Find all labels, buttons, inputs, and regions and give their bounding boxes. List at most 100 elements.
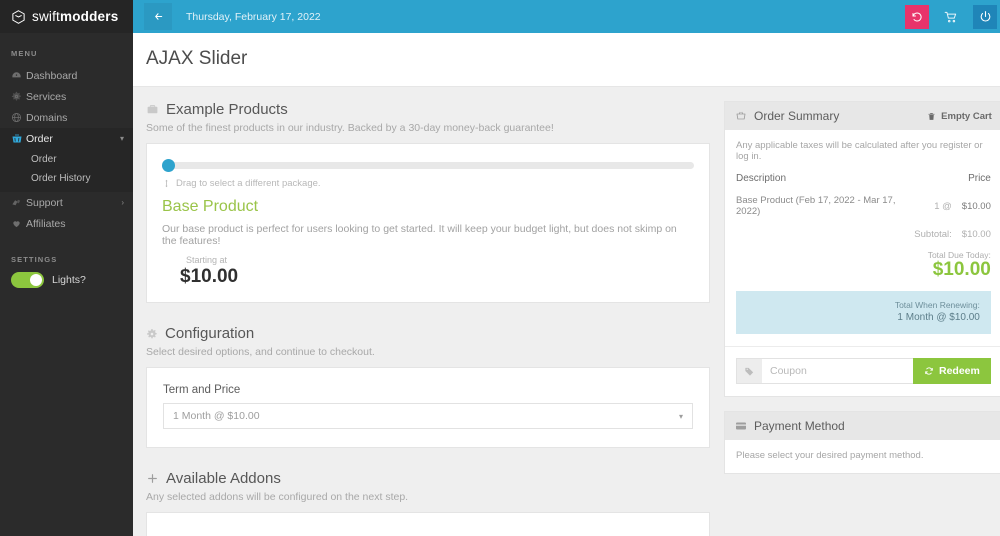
empty-cart-button[interactable]: Empty Cart <box>927 111 992 122</box>
sidebar-item-label: Affiliates <box>26 217 66 230</box>
product-price-value: $10.00 <box>180 266 239 287</box>
sidebar: swiftmodders MENU Dashboard Services Dom… <box>0 0 133 536</box>
cube-logo-icon <box>11 9 26 25</box>
example-products-subtitle: Some of the finest products in our indus… <box>146 122 554 134</box>
addons-header: Available Addons <box>146 470 710 487</box>
row-description: Base Product (Feb 17, 2022 - Mar 17, 202… <box>736 195 896 217</box>
sidebar-item-label: Dashboard <box>26 69 78 82</box>
left-column: Example Products Some of the finest prod… <box>133 87 710 536</box>
total-due-block: Total Due Today: $10.00 <box>736 250 991 281</box>
empty-cart-label: Empty Cart <box>941 110 992 122</box>
chevron-down-icon: ▾ <box>678 411 683 421</box>
undo-icon <box>911 11 923 23</box>
order-summary-body: Any applicable taxes will be calculated … <box>725 130 1000 346</box>
sidebar-item-services[interactable]: Services <box>0 86 133 107</box>
sidebar-item-order[interactable]: Order ▾ <box>0 128 133 149</box>
product-description: Our base product is perfect for users lo… <box>162 223 677 247</box>
payment-method-panel: Payment Method Please select your desire… <box>724 411 1000 474</box>
coupon-input[interactable] <box>762 358 913 384</box>
sidebar-item-label: Domains <box>26 111 68 124</box>
order-summary-table: Description Price Base Product (Feb 17, … <box>736 173 991 249</box>
briefcase-icon <box>146 103 159 116</box>
brand-logo[interactable]: swiftmodders <box>0 0 133 33</box>
renewal-value: 1 Month @ $10.00 <box>897 312 980 323</box>
undo-button[interactable] <box>905 4 930 29</box>
table-header-row: Description Price <box>736 173 991 195</box>
example-products-header: Example Products <box>146 101 710 118</box>
sidebar-item-support[interactable]: Support › <box>0 192 133 213</box>
basket-icon <box>735 110 747 122</box>
sidebar-settings-heading: SETTINGS <box>11 255 58 264</box>
lights-toggle-label: Lights? <box>52 274 86 286</box>
renewal-label: Total When Renewing: <box>894 300 980 310</box>
dashboard-icon <box>11 70 26 81</box>
sidebar-item-label: Support <box>26 196 63 209</box>
table-row: Base Product (Feb 17, 2022 - Mar 17, 202… <box>736 195 991 229</box>
main-area: Thursday, February 17, 2022 AJAX Slider … <box>133 0 1000 536</box>
plus-icon <box>146 472 159 485</box>
topbar: Thursday, February 17, 2022 <box>133 0 1000 33</box>
sidebar-item-label: Order <box>26 132 53 145</box>
addons-title: Available Addons <box>166 470 281 487</box>
brand-bold: modders <box>60 9 119 24</box>
heart-icon <box>11 218 26 229</box>
page-title-bar: AJAX Slider <box>133 33 1000 87</box>
lights-toggle-row: Lights? <box>0 272 133 288</box>
row-amount: $10.00 <box>961 200 991 212</box>
drag-handle-icon <box>162 179 171 188</box>
configuration-title: Configuration <box>165 325 255 342</box>
right-column: Order Summary Empty Cart Any applicable … <box>710 87 1000 536</box>
tax-note: Any applicable taxes will be calculated … <box>736 140 983 162</box>
slider-handle[interactable] <box>162 159 175 172</box>
redeem-label: Redeem <box>939 365 980 377</box>
slider-hint-text: Drag to select a different package. <box>176 178 321 189</box>
page-title: AJAX Slider <box>146 48 248 69</box>
app-root: swiftmodders MENU Dashboard Services Dom… <box>0 0 1000 536</box>
product-price-block: Starting at $10.00 <box>162 255 694 288</box>
row-quantity: 1 @ <box>934 200 952 212</box>
topbar-date: Thursday, February 17, 2022 <box>186 10 321 23</box>
subtotal-row: Subtotal: $10.00 <box>736 229 991 249</box>
basket-icon <box>11 133 26 145</box>
order-summary-title: Order Summary <box>754 109 840 123</box>
power-button[interactable] <box>973 4 998 29</box>
redeem-button[interactable]: Redeem <box>913 358 991 384</box>
brand-light: swift <box>32 9 60 24</box>
subtotal-label: Subtotal: <box>914 229 952 240</box>
chevron-right-icon: › <box>121 197 124 207</box>
sidebar-item-domains[interactable]: Domains <box>0 107 133 128</box>
term-and-price-label: Term and Price <box>163 384 241 396</box>
renewal-box: Total When Renewing: 1 Month @ $10.00 <box>736 291 991 334</box>
payment-method-title: Payment Method <box>754 419 845 433</box>
payment-method-note: Please select your desired payment metho… <box>736 450 924 461</box>
services-icon <box>11 91 26 102</box>
sidebar-subitem-order[interactable]: Order <box>0 150 133 169</box>
lights-toggle[interactable] <box>11 272 44 288</box>
configuration-card: Term and Price 1 Month @ $10.00 ▾ <box>146 367 710 448</box>
coupon-row: Redeem <box>725 347 1000 396</box>
addons-subtitle: Any selected addons will be configured o… <box>146 491 409 503</box>
example-products-title: Example Products <box>166 101 288 118</box>
back-button[interactable] <box>144 3 172 30</box>
power-icon <box>979 10 992 23</box>
support-icon <box>11 197 26 208</box>
gear-icon <box>146 328 158 340</box>
chevron-down-icon: ▾ <box>119 133 124 143</box>
credit-card-icon <box>735 420 747 432</box>
payment-method-body: Please select your desired payment metho… <box>725 440 1000 473</box>
addons-card <box>146 512 710 536</box>
tag-icon <box>736 358 762 384</box>
sidebar-item-label: Services <box>26 90 67 103</box>
sidebar-item-affiliates[interactable]: Affiliates <box>0 213 133 234</box>
arrow-left-icon <box>153 11 164 22</box>
sidebar-subitem-order-history[interactable]: Order History <box>0 169 133 188</box>
cart-button[interactable] <box>939 5 963 29</box>
topbar-actions: ▾ <box>905 4 1000 29</box>
product-price-label: Starting at <box>186 255 228 265</box>
shopping-cart-icon <box>944 10 958 24</box>
sidebar-item-dashboard[interactable]: Dashboard <box>0 65 133 86</box>
configuration-header: Configuration <box>146 325 710 342</box>
package-slider[interactable] <box>162 159 694 172</box>
term-and-price-select[interactable]: 1 Month @ $10.00 ▾ <box>163 403 693 429</box>
globe-icon <box>11 112 26 123</box>
